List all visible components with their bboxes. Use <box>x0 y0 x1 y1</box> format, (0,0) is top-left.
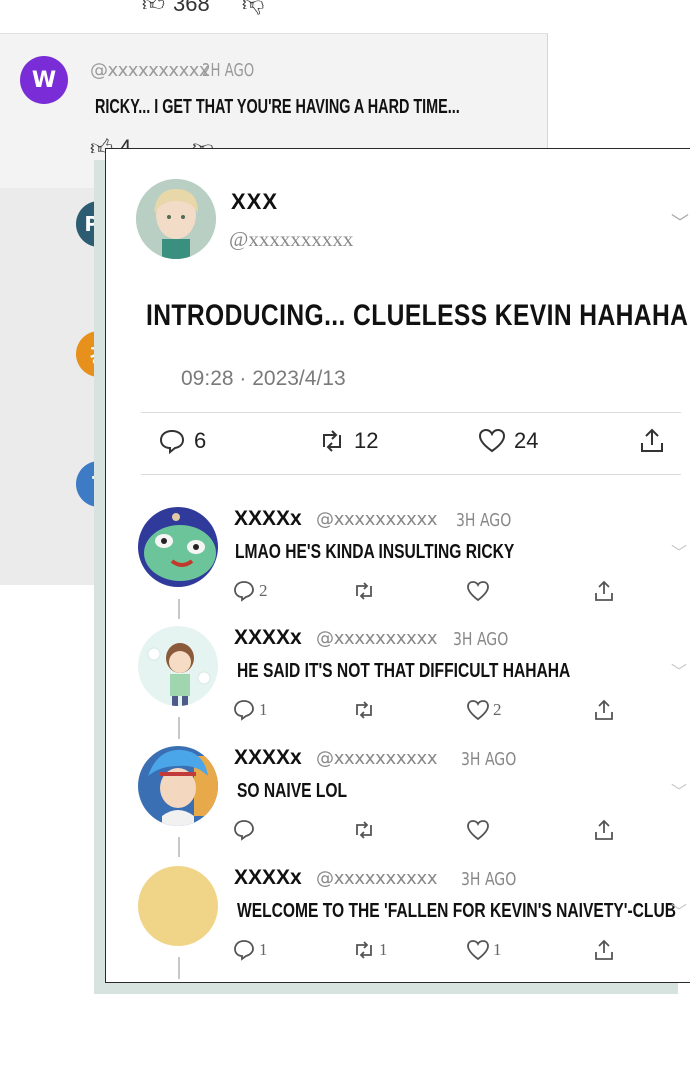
reply-button[interactable]: 1 <box>232 938 268 962</box>
avatar[interactable] <box>138 507 218 587</box>
chevron-down-icon[interactable]: ﹀ <box>671 778 687 802</box>
heart-icon <box>478 428 506 453</box>
reply-time: 3H AGO <box>456 510 512 531</box>
reply-icon <box>234 940 254 961</box>
heart-icon <box>467 700 489 721</box>
chevron-down-icon[interactable]: ﹀ <box>671 658 687 682</box>
reply-time: 3H AGO <box>461 749 517 770</box>
reply-time: 3H AGO <box>453 629 509 650</box>
reply-author-name[interactable]: XXXXx <box>234 507 302 531</box>
tweet-card: XXX @xxxxxxxxxx ﹀ INTRODUCING... CLUELES… <box>105 148 690 983</box>
reply-icon <box>234 700 254 721</box>
reply-author-name[interactable]: XXXXx <box>234 626 302 650</box>
reply-count: 6 <box>194 428 207 453</box>
retweet-button[interactable]: 1 <box>352 938 388 962</box>
like-count: 24 <box>514 428 539 453</box>
retweet-icon <box>323 430 341 452</box>
previous-comment-footer: 👍︎ 368 👎︎ <box>0 0 548 34</box>
reply-author-handle[interactable]: @xxxxxxxxxx <box>316 628 438 649</box>
share-button[interactable] <box>592 579 616 603</box>
like-button[interactable]: 2 <box>466 698 502 722</box>
reply-count: 2 <box>259 581 268 600</box>
reply-time: 3H AGO <box>461 869 517 890</box>
reply-text: LMAO HE'S KINDA INSULTING RICKY <box>235 541 515 563</box>
reply-count: 1 <box>259 700 268 719</box>
like-button[interactable]: 1 <box>466 938 502 962</box>
reply-icon <box>234 581 254 602</box>
avatar-illustration <box>138 507 218 587</box>
reply-item: XXXXx @xxxxxxxxxx 3H AGO WELCOME TO THE … <box>106 866 690 982</box>
comment-handle[interactable]: @xxxxxxxxxx <box>90 60 210 81</box>
share-button[interactable] <box>592 698 616 722</box>
retweet-icon <box>356 941 372 959</box>
divider <box>141 474 681 475</box>
avatar[interactable] <box>138 866 218 946</box>
share-button[interactable] <box>592 938 616 962</box>
reply-author-handle[interactable]: @xxxxxxxxxx <box>316 868 438 889</box>
tweet-author-handle[interactable]: @xxxxxxxxxx <box>229 227 353 252</box>
like-button[interactable] <box>466 818 493 842</box>
top-like-count: 368 <box>173 0 210 16</box>
top-like-button[interactable]: 👍︎ 368 <box>142 0 210 17</box>
avatar-illustration <box>138 746 218 826</box>
chevron-down-icon[interactable]: ﹀ <box>671 898 687 922</box>
reply-button[interactable] <box>232 818 259 842</box>
retweet-button[interactable]: 12 <box>318 427 378 455</box>
comment-text: RICKY... I GET THAT YOU'RE HAVING A HARD… <box>95 96 460 118</box>
share-button[interactable] <box>592 818 616 842</box>
heart-icon <box>467 820 489 841</box>
reply-count: 1 <box>259 940 268 959</box>
reply-author-name[interactable]: XXXXx <box>234 746 302 770</box>
comment-time: 2H AGO <box>202 60 255 81</box>
retweet-button[interactable] <box>352 818 379 842</box>
reply-button[interactable]: 1 <box>232 698 268 722</box>
heart-icon <box>467 581 489 602</box>
retweet-icon <box>356 821 372 839</box>
tweet-datetime: 09:28 · 2023/4/13 <box>181 367 346 390</box>
reply-author-handle[interactable]: @xxxxxxxxxx <box>316 748 438 769</box>
retweet-count: 12 <box>354 428 379 453</box>
avatar[interactable]: W <box>20 56 68 104</box>
avatar-illustration <box>138 626 218 706</box>
tweet-author-name[interactable]: XXX <box>231 189 278 215</box>
reply-text: WELCOME TO THE 'FALLEN FOR KEVIN'S NAIVE… <box>237 900 676 922</box>
divider <box>141 412 681 413</box>
avatar[interactable] <box>138 746 218 826</box>
reply-icon <box>234 820 254 841</box>
thumbs-down-icon[interactable]: 👎︎ <box>242 0 264 17</box>
like-count: 2 <box>493 700 502 719</box>
chevron-down-icon[interactable]: ﹀ <box>671 539 687 563</box>
retweet-icon <box>356 582 372 600</box>
reply-button[interactable]: 2 <box>232 579 268 603</box>
reply-item: XXXXx @xxxxxxxxxx 3H AGO LMAO HE'S KINDA… <box>106 507 690 625</box>
reply-text: SO NAIVE LOL <box>237 780 348 802</box>
share-icon <box>595 819 613 840</box>
retweet-count: 1 <box>379 940 388 959</box>
retweet-button[interactable] <box>352 579 379 603</box>
reply-author-handle[interactable]: @xxxxxxxxxx <box>316 509 438 530</box>
share-button[interactable] <box>638 427 666 455</box>
reply-icon <box>159 429 185 455</box>
like-button[interactable] <box>466 579 493 603</box>
like-button[interactable]: 24 <box>478 427 538 455</box>
share-icon <box>595 939 613 960</box>
avatar[interactable] <box>138 626 218 706</box>
share-icon <box>595 580 613 601</box>
thumbs-up-icon: 👍︎ <box>142 0 165 16</box>
avatar-illustration <box>136 179 216 259</box>
reply-item: XXXXx @xxxxxxxxxx 3H AGO HE SAID IT'S NO… <box>106 626 690 744</box>
retweet-icon <box>356 701 372 719</box>
share-icon <box>641 428 663 452</box>
tweet-text: INTRODUCING... CLUELESS KEVIN HAHAHA <box>146 299 689 332</box>
reply-text: HE SAID IT'S NOT THAT DIFFICULT HAHAHA <box>237 660 571 682</box>
avatar[interactable] <box>136 179 216 259</box>
retweet-button[interactable] <box>352 698 379 722</box>
like-count: 1 <box>493 940 502 959</box>
reply-author-name[interactable]: XXXXx <box>234 866 302 890</box>
chevron-down-icon[interactable]: ﹀ <box>671 209 689 235</box>
heart-icon <box>467 940 489 961</box>
reply-button[interactable]: 6 <box>158 427 206 455</box>
reply-item: XXXXx @xxxxxxxxxx 3H AGO SO NAIVE LOL ﹀ <box>106 746 690 864</box>
share-icon <box>595 699 613 720</box>
